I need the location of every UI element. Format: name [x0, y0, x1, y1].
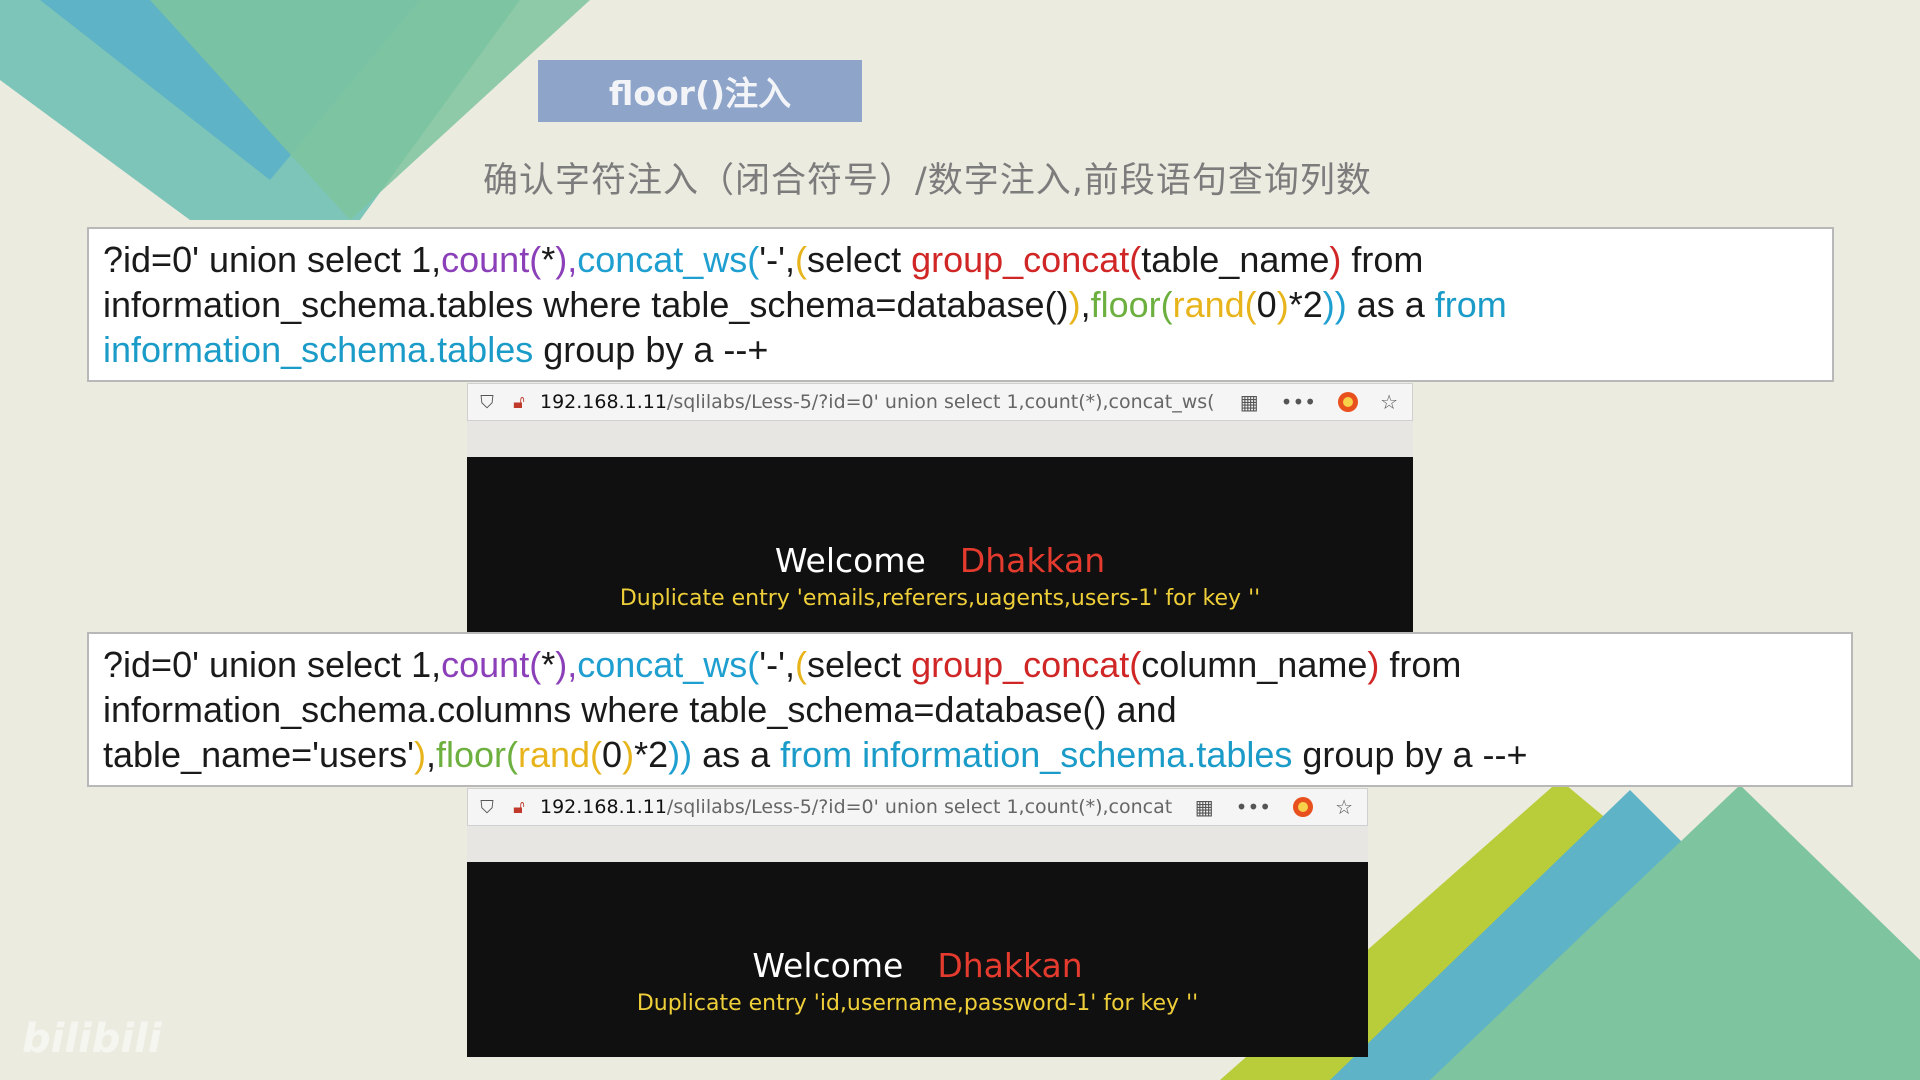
- code-text: ?id=0' union select 1,: [103, 644, 442, 685]
- qr-code-icon[interactable]: ▦: [1240, 390, 1259, 414]
- code-text: '-',: [759, 239, 796, 280]
- url-text-2[interactable]: 192.168.1.11/sqlilabs/Less-5/?id=0' unio…: [540, 796, 1195, 818]
- code-text: *2: [634, 734, 669, 775]
- bilibili-watermark: bilibili: [22, 1016, 162, 1062]
- welcome-name: Dhakkan: [937, 946, 1083, 985]
- code-text: 0: [1256, 284, 1277, 325]
- error-message-2: Duplicate entry 'id,username,password-1'…: [636, 991, 1199, 1016]
- code-text: table_name: [1141, 239, 1330, 280]
- code-paren: (: [795, 644, 808, 685]
- url-path: /sqlilabs/Less-5/?id=0' union select 1,c…: [666, 391, 1215, 413]
- code-text: group by a --+: [533, 329, 769, 370]
- sql-query-1: ?id=0' union select 1,count(*),concat_ws…: [87, 227, 1834, 382]
- welcome-name: Dhakkan: [959, 541, 1106, 580]
- error-message-1: Duplicate entry 'emails,referers,uagents…: [619, 586, 1261, 611]
- url-path: /sqlilabs/Less-5/?id=0' union select 1,c…: [666, 796, 1173, 818]
- more-icon[interactable]: •••: [1281, 390, 1316, 414]
- code-text: from: [1379, 644, 1462, 685]
- query-1-line-2: information_schema.tables where table_sc…: [103, 282, 1818, 327]
- code-text: column_name: [1141, 644, 1368, 685]
- query-2-line-1: ?id=0' union select 1,count(*),concat_ws…: [103, 642, 1837, 687]
- code-paren: ): [413, 734, 426, 775]
- code-keyword: concat_ws(: [577, 644, 760, 685]
- code-text: information_schema.columns where table_s…: [103, 689, 1177, 730]
- url-host: 192.168.1.11: [540, 796, 667, 818]
- code-text: select: [807, 644, 912, 685]
- code-text: ,: [1080, 284, 1091, 325]
- code-paren: )): [1322, 284, 1347, 325]
- firefox-icon[interactable]: [1338, 392, 1359, 412]
- firefox-icon[interactable]: [1293, 797, 1314, 817]
- slide-title: floor()注入: [538, 60, 862, 122]
- code-paren: )): [668, 734, 693, 775]
- code-keyword: ): [1367, 644, 1380, 685]
- slide-subtitle: 确认字符注入（闭合符号）/数字注入,前段语句查询列数: [483, 161, 1372, 201]
- welcome-message-2: Welcome Dhakkan: [467, 946, 1368, 985]
- code-text: 0: [602, 734, 623, 775]
- insecure-lock-icon[interactable]: 🔓︎: [506, 797, 532, 818]
- code-keyword: from information_schema.tables: [780, 734, 1293, 775]
- welcome-text: Welcome: [774, 541, 926, 580]
- code-keyword: group_concat(: [911, 644, 1142, 685]
- code-text: information_schema.tables where table_sc…: [103, 284, 1069, 325]
- query-1-line-3: information_schema.tables group by a --+: [103, 327, 1818, 372]
- code-text: table_name='users': [103, 734, 414, 775]
- toolbar-strip-1: [467, 421, 1413, 457]
- bookmark-star-icon[interactable]: ☆: [1335, 795, 1353, 819]
- code-keyword: ): [1329, 239, 1342, 280]
- code-keyword: ),: [555, 239, 578, 280]
- code-text: as a: [692, 734, 781, 775]
- code-text: *: [541, 644, 556, 685]
- url-host: 192.168.1.11: [540, 391, 667, 413]
- code-text: '-',: [759, 644, 796, 685]
- code-keyword: from: [1434, 284, 1507, 325]
- code-keyword: information_schema.tables: [103, 329, 534, 370]
- toolbar-strip-2: [467, 826, 1368, 862]
- welcome-message-1: Welcome Dhakkan: [467, 541, 1413, 580]
- code-text: select: [807, 239, 912, 280]
- insecure-lock-icon[interactable]: 🔓︎: [506, 392, 532, 413]
- query-2-line-2: information_schema.columns where table_s…: [103, 687, 1837, 732]
- code-keyword: count(: [441, 239, 542, 280]
- code-paren: (: [795, 239, 808, 280]
- code-keyword: count(: [441, 644, 542, 685]
- welcome-text: Welcome: [752, 946, 904, 985]
- code-keyword: rand(: [518, 734, 603, 775]
- code-text: *: [541, 239, 556, 280]
- code-paren: ): [1276, 284, 1289, 325]
- qr-code-icon[interactable]: ▦: [1195, 795, 1214, 819]
- address-bar-1[interactable]: ⛉ 🔓︎ 192.168.1.11/sqlilabs/Less-5/?id=0'…: [467, 383, 1413, 421]
- address-bar-2[interactable]: ⛉ 🔓︎ 192.168.1.11/sqlilabs/Less-5/?id=0'…: [467, 788, 1368, 826]
- code-text: as a: [1346, 284, 1435, 325]
- sql-query-2: ?id=0' union select 1,count(*),concat_ws…: [87, 632, 1853, 787]
- address-bar-actions-2: ▦ ••• ☆: [1195, 795, 1353, 819]
- code-text: ,: [425, 734, 436, 775]
- shield-icon[interactable]: ⛉: [474, 392, 500, 413]
- code-keyword: concat_ws(: [577, 239, 760, 280]
- query-2-line-3: table_name='users'),floor(rand(0)*2)) as…: [103, 732, 1837, 777]
- code-text: *2: [1288, 284, 1323, 325]
- bookmark-star-icon[interactable]: ☆: [1380, 390, 1398, 414]
- code-text: group by a --+: [1292, 734, 1528, 775]
- code-keyword: rand(: [1172, 284, 1257, 325]
- code-keyword: floor(: [435, 734, 518, 775]
- code-keyword: ),: [555, 644, 578, 685]
- code-text: from: [1341, 239, 1424, 280]
- shield-icon[interactable]: ⛉: [474, 797, 500, 818]
- code-text: ?id=0' union select 1,: [103, 239, 442, 280]
- code-paren: ): [622, 734, 635, 775]
- browser-window-1: ⛉ 🔓︎ 192.168.1.11/sqlilabs/Less-5/?id=0'…: [467, 383, 1413, 633]
- more-icon[interactable]: •••: [1236, 795, 1271, 819]
- browser-window-2: ⛉ 🔓︎ 192.168.1.11/sqlilabs/Less-5/?id=0'…: [467, 788, 1368, 1057]
- query-1-line-1: ?id=0' union select 1,count(*),concat_ws…: [103, 237, 1818, 282]
- address-bar-actions-1: ▦ ••• ☆: [1240, 390, 1398, 414]
- code-keyword: group_concat(: [911, 239, 1142, 280]
- code-paren: ): [1068, 284, 1081, 325]
- code-keyword: floor(: [1090, 284, 1173, 325]
- url-text-1[interactable]: 192.168.1.11/sqlilabs/Less-5/?id=0' unio…: [540, 391, 1240, 413]
